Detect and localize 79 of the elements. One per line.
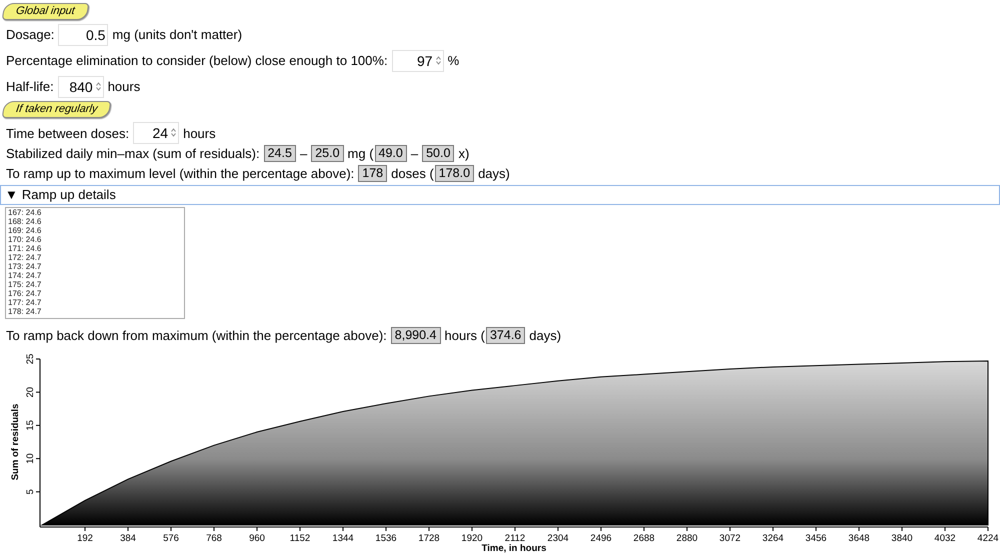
axis-title: Sum of residuals <box>10 404 21 480</box>
tick-label: 3840 <box>891 533 913 544</box>
output-value: 49.0 <box>374 144 407 162</box>
tick-label: 2688 <box>633 533 655 544</box>
unit-label: days) <box>529 328 562 342</box>
tick-label: 3648 <box>848 533 870 544</box>
field-label: To ramp back down from maximum (within the percentage above): <box>6 328 387 342</box>
tick-label: 2880 <box>676 533 698 544</box>
text-line: 168: 24.6 <box>8 217 42 226</box>
text-line: 174: 24.7 <box>8 271 42 280</box>
tick-label: 3456 <box>805 533 827 544</box>
field-label: Half-life: <box>6 79 54 94</box>
field-label: Dosage: <box>6 27 54 42</box>
input-field[interactable]: 0.5 <box>58 24 108 46</box>
output-value: 374.6 <box>486 326 526 344</box>
unit-label: hours <box>108 79 140 94</box>
field-label: Stabilized daily min–max (sum of residuals): <box>6 146 260 160</box>
dash-text: – <box>300 146 308 160</box>
text-line: 171: 24.6 <box>8 244 42 253</box>
tick-label: 1920 <box>461 533 483 544</box>
tick-label: 3072 <box>719 533 741 544</box>
tick-label: 384 <box>120 533 136 544</box>
output-value: 50.0 <box>422 144 454 162</box>
tick-label: 5 <box>25 489 36 494</box>
unit-label: mg (units don't matter) <box>112 27 242 42</box>
text-area[interactable]: 167: 24.6 168: 24.6 169: 24.6 170: 24.6 171: 24.6 172: 24.7 173: 24.7 174: 24.7 175: 24.7 176: 24.7 177: 24.7 178: 24.7 <box>5 207 185 319</box>
text-line: 177: 24.7 <box>8 298 42 307</box>
tick-label: 1152 <box>290 533 310 544</box>
tick-label: 2112 <box>504 533 526 544</box>
text-line: 173: 24.7 <box>8 262 42 271</box>
unit-label: doses ( <box>391 166 434 180</box>
unit-label: x) <box>458 146 470 160</box>
text-line: 176: 24.7 <box>8 289 42 298</box>
tick-label: 10 <box>25 453 36 464</box>
output-value: 8,990.4 <box>390 326 440 344</box>
output-value: 178.0 <box>434 164 474 182</box>
unit-label: hours <box>183 126 216 140</box>
field-label: Time between doses: <box>6 126 130 140</box>
section-heading: If taken regularly <box>2 101 112 118</box>
text-line: 178: 24.7 <box>8 307 42 316</box>
axis-title: Time, in hours <box>482 543 546 553</box>
tick-label: 1344 <box>332 533 354 544</box>
tick-label: 4032 <box>934 533 956 544</box>
tick-label: 2304 <box>547 533 569 544</box>
output-value: 24.5 <box>264 144 296 162</box>
text-line: 170: 24.6 <box>8 235 42 244</box>
text-line: 172: 24.7 <box>8 253 42 262</box>
unit-label: % <box>448 53 460 68</box>
field-label: To ramp up to maximum level (within the percentage above): <box>6 166 354 180</box>
tick-label: 25 <box>25 354 36 364</box>
unit-label: days) <box>478 166 510 180</box>
output-value: 25.0 <box>311 144 344 162</box>
number-field[interactable]: 97 <box>392 50 444 72</box>
dash-text: – <box>410 146 418 160</box>
tick-label: 2496 <box>590 533 612 544</box>
spinner-icon[interactable] <box>171 128 176 137</box>
tick-label: 576 <box>163 533 179 544</box>
tick-label: 192 <box>77 533 93 544</box>
tick-label: 768 <box>206 533 222 544</box>
tick-label: 3264 <box>762 533 784 544</box>
text-line: 167: 24.6 <box>8 208 42 217</box>
output-value: 178 <box>358 164 388 182</box>
text-line: 169: 24.6 <box>8 226 42 235</box>
section-heading: Global input <box>2 3 89 20</box>
text-line: 175: 24.7 <box>8 280 42 289</box>
spinner-icon[interactable] <box>96 82 101 90</box>
number-field[interactable]: 24 <box>133 122 180 144</box>
tick-label: 15 <box>25 420 36 431</box>
tick-label: 4224 <box>977 533 999 544</box>
tick-label: 20 <box>25 386 36 398</box>
unit-label: hours ( <box>444 328 485 342</box>
number-field[interactable]: 840 <box>58 76 104 98</box>
tick-label: 1536 <box>375 533 397 544</box>
spinner-icon[interactable] <box>436 56 441 64</box>
tick-label: 1728 <box>418 533 440 544</box>
field-label: Percentage elimination to consider (below) close enough to 100%: <box>6 53 388 68</box>
tick-label: 960 <box>249 533 265 544</box>
details-toggle[interactable]: ▼ Ramp up details <box>0 185 1000 205</box>
unit-label: mg ( <box>348 146 374 160</box>
